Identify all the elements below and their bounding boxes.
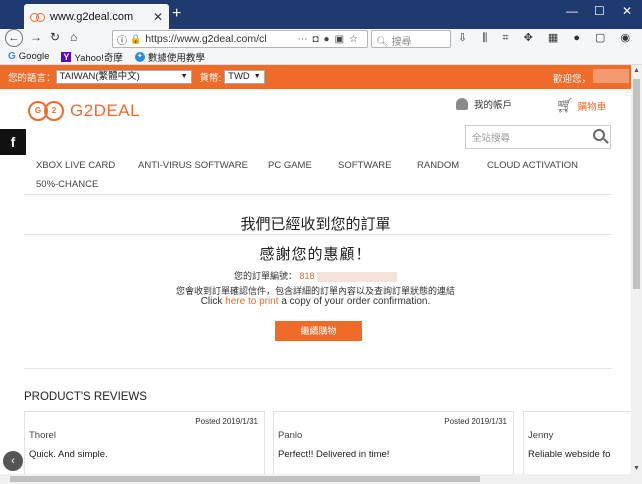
language-select[interactable]: TAIWAN(繁體中文) ▼ — [55, 70, 192, 84]
browser-tab-bar: www.g2deal.com ✕ + — ☐ ✕ — [0, 0, 642, 29]
currency-select[interactable]: TWD ▼ — [224, 70, 265, 84]
scrollbar-thumb[interactable] — [633, 79, 640, 289]
carousel-prev-arrow-icon[interactable]: ‹ — [3, 451, 23, 471]
tab-close-icon[interactable]: ✕ — [153, 10, 163, 24]
reviewer-name: Jenny — [528, 430, 554, 441]
user-icon — [456, 98, 468, 110]
toolbar-icons[interactable]: ⇩ ⫼ ⌗ ✥ ▦ ● ▢ ◉ ≡ — [458, 31, 642, 45]
lock-icon: 🔒 — [130, 33, 142, 44]
welcome-text: 歡迎您， — [552, 74, 591, 85]
minimize-icon[interactable]: — — [566, 4, 578, 18]
site-favicon-icon — [30, 12, 45, 22]
maximize-icon[interactable]: ☐ — [594, 4, 605, 18]
search-icon: 🔍︎ — [376, 37, 389, 48]
scroll-down-icon[interactable]: ▼ — [633, 465, 640, 472]
tab-title: www.g2deal.com — [50, 10, 134, 23]
back-arrow-icon[interactable]: ← — [5, 29, 23, 47]
currency-label: 貨幣: — [199, 73, 222, 84]
brand-name: G2DEAL — [70, 101, 141, 120]
confirmation-heading-wrap: 我們已經收到您的訂單 — [0, 213, 631, 234]
print-link[interactable]: here to print — [225, 296, 278, 307]
menu-item-cloud-activation[interactable]: CLOUD ACTIVATION — [487, 160, 578, 171]
g2deal-logo[interactable]: G2 G2DEAL — [28, 101, 140, 121]
menu-item-antivirus[interactable]: ANTI-VIRUS SOFTWARE — [138, 160, 248, 171]
thanks-text: 感謝您的惠顧！ — [259, 246, 372, 263]
logo-mark-icon: G2 — [28, 101, 66, 121]
url-bar[interactable]: ⓘ 🔒 https://www.g2deal.com/cl ⋯◘●▣☆ — [112, 30, 368, 48]
google-icon: G — [8, 51, 16, 62]
data-icon: ✦ — [134, 51, 145, 62]
browser-tab[interactable]: www.g2deal.com ✕ — [24, 4, 169, 29]
review-card: Posted 2019/1/31 Thorel Quick. And simpl… — [24, 411, 265, 483]
review-date: Posted 2019/1/31 — [444, 417, 507, 426]
browser-search-input[interactable]: 🔍︎ 搜尋 — [371, 30, 451, 48]
cart-link[interactable]: 🛒︎ 購物車 — [556, 97, 606, 114]
new-tab-button[interactable]: + — [172, 5, 181, 23]
order-number: 818 — [299, 271, 315, 281]
reviewer-name: Panlo — [278, 430, 303, 441]
site-search-input[interactable]: 全站搜尋 — [465, 125, 611, 149]
vertical-scrollbar[interactable]: ▲ ▼ — [631, 65, 642, 484]
chevron-down-icon: ▼ — [180, 73, 188, 80]
chevron-down-icon: ▼ — [253, 73, 261, 80]
order-number-line: 您的訂單編號： 818 — [0, 269, 631, 282]
browser-nav-bar: ← → ↻ ⌂ ⓘ 🔒 https://www.g2deal.com/cl ⋯◘… — [0, 29, 642, 49]
review-text: Reliable webside fo — [528, 449, 611, 460]
bookmarks-bar: G Google Y Yahoo!奇摩 ✦ 數據使用教學 — [0, 49, 642, 65]
info-icon[interactable]: ⓘ — [117, 32, 127, 47]
redacted-order-number — [317, 271, 398, 282]
divider — [24, 234, 612, 235]
review-card: Jenny Reliable webside fo — [523, 411, 631, 483]
forward-arrow-icon[interactable]: → — [30, 30, 42, 44]
horizontal-scrollbar[interactable] — [0, 474, 631, 484]
divider — [24, 194, 612, 195]
h-scrollbar-thumb[interactable] — [10, 476, 480, 482]
divider — [24, 368, 612, 369]
menu-item-pc-game[interactable]: PC GAME — [268, 160, 312, 171]
review-card: Posted 2019/1/31 Panlo Perfect!! Deliver… — [273, 411, 514, 483]
print-line: Click here to print a copy of your order… — [200, 296, 431, 307]
top-strip: 您的語言： TAIWAN(繁體中文) ▼ 貨幣: TWD ▼ 歡迎您， — [0, 65, 631, 89]
cart-icon: 🛒︎ — [556, 97, 574, 113]
continue-shopping-button[interactable]: 繼續購物 — [275, 321, 362, 341]
redacted-username — [593, 69, 629, 83]
menu-item-xbox[interactable]: XBOX LIVE CARD — [36, 160, 115, 171]
page-actions-icon[interactable]: ⋯◘●▣☆ — [298, 34, 364, 45]
scroll-up-icon[interactable]: ▲ — [633, 67, 640, 74]
yahoo-icon: Y — [61, 51, 72, 62]
home-icon[interactable]: ⌂ — [70, 30, 77, 44]
confirmation-heading: 我們已經收到您的訂單 — [240, 216, 391, 233]
menu-item-50-chance[interactable]: 50%-CHANCE — [36, 179, 98, 190]
search-icon[interactable] — [593, 129, 605, 141]
reviewer-name: Thorel — [29, 430, 56, 441]
review-text: Perfect!! Delivered in time! — [278, 449, 390, 460]
bookmark-yahoo[interactable]: Y Yahoo!奇摩 — [61, 50, 123, 64]
facebook-icon[interactable]: f — [0, 129, 26, 155]
menu-item-software[interactable]: SOFTWARE — [338, 160, 391, 171]
window-close-icon[interactable]: ✕ — [622, 4, 632, 18]
menu-item-random[interactable]: RANDOM — [417, 160, 459, 171]
review-date: Posted 2019/1/31 — [195, 417, 258, 426]
web-page: 您的語言： TAIWAN(繁體中文) ▼ 貨幣: TWD ▼ 歡迎您， G2 G… — [0, 65, 631, 484]
reviews-title: PRODUCT'S REVIEWS — [24, 391, 147, 403]
language-label: 您的語言： — [8, 73, 56, 84]
review-text: Quick. And simple. — [29, 449, 108, 460]
bookmark-data-tutorial[interactable]: ✦ 數據使用教學 — [134, 50, 205, 64]
bookmark-google[interactable]: G Google — [8, 51, 49, 62]
my-account-link[interactable]: 我的帳戶 — [456, 97, 512, 111]
reload-icon[interactable]: ↻ — [50, 30, 60, 44]
url-text[interactable]: https://www.g2deal.com/cl — [141, 33, 297, 45]
